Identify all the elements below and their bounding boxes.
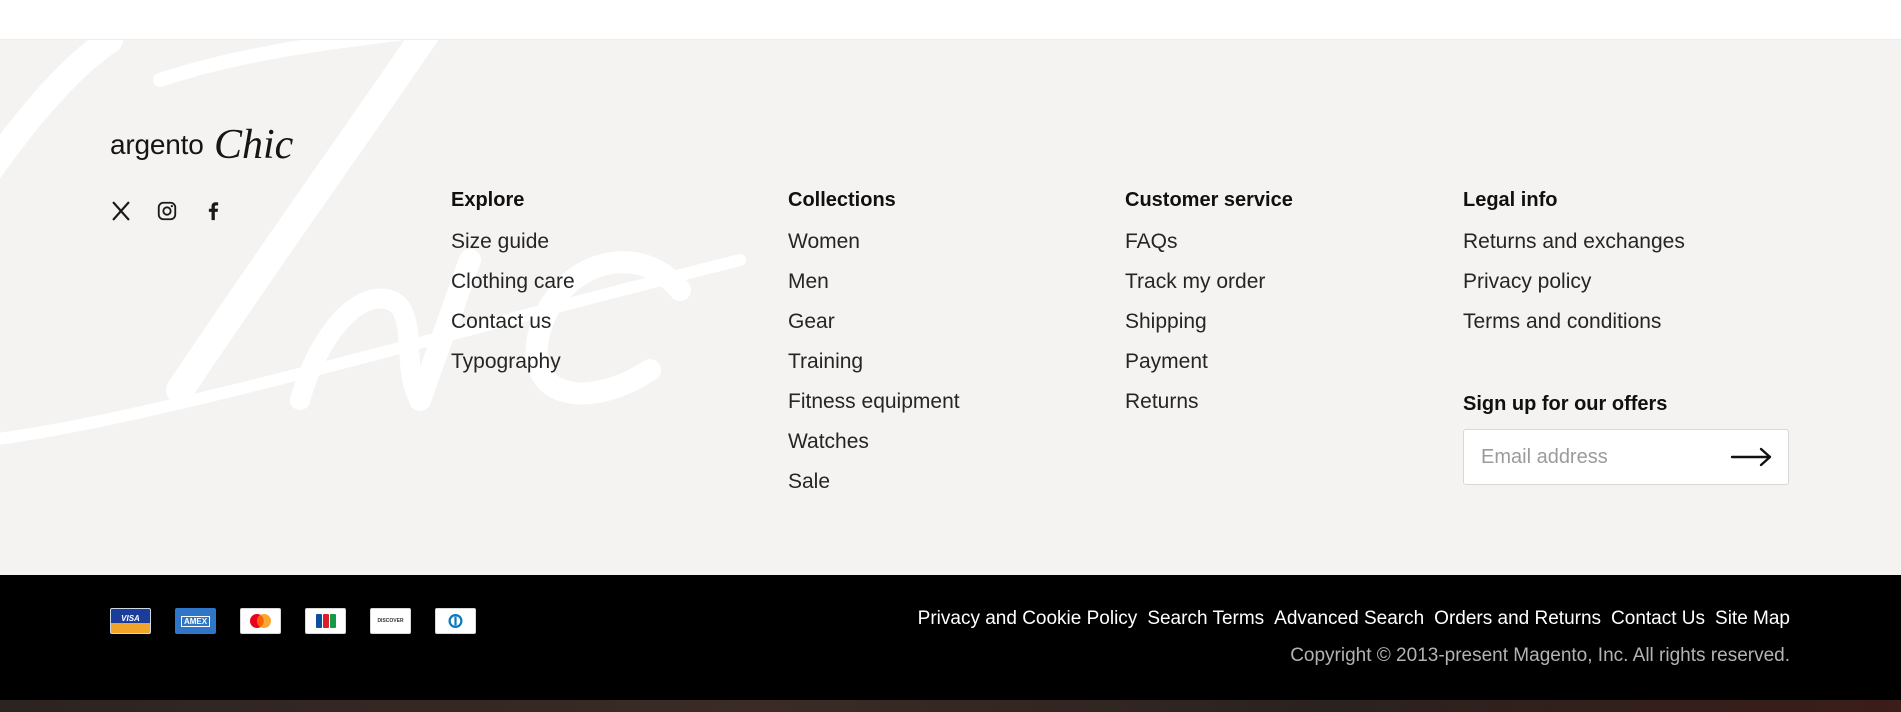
amex-icon: AMEX — [175, 608, 216, 634]
link-returns[interactable]: Returns — [1125, 382, 1293, 422]
collections-column: Collections Women Men Gear Training Fitn… — [788, 188, 960, 502]
page-content-bottom-edge — [0, 0, 1901, 40]
link-terms-and-conditions[interactable]: Terms and conditions — [1463, 302, 1685, 342]
jcb-icon — [305, 608, 346, 634]
explore-heading: Explore — [451, 189, 525, 211]
amex-label: AMEX — [180, 615, 211, 627]
newsletter-form — [1463, 429, 1789, 485]
payment-methods: VISA AMEX DISCOVER — [110, 608, 476, 634]
link-clothing-care[interactable]: Clothing care — [451, 262, 575, 302]
collections-heading: Collections — [788, 189, 896, 211]
link-returns-and-exchanges[interactable]: Returns and exchanges — [1463, 222, 1685, 262]
arrow-right-icon[interactable] — [1730, 444, 1774, 470]
instagram-icon[interactable] — [156, 200, 178, 222]
link-search-terms[interactable]: Search Terms — [1147, 608, 1264, 630]
footer-main: argento Chic Explore Size guide Clothing… — [0, 40, 1901, 575]
link-sale[interactable]: Sale — [788, 462, 960, 502]
link-gear[interactable]: Gear — [788, 302, 960, 342]
link-privacy-policy[interactable]: Privacy policy — [1463, 262, 1685, 302]
link-men[interactable]: Men — [788, 262, 960, 302]
link-track-my-order[interactable]: Track my order — [1125, 262, 1293, 302]
link-watches[interactable]: Watches — [788, 422, 960, 462]
link-fitness-equipment[interactable]: Fitness equipment — [788, 382, 960, 422]
page-below-footer-edge — [0, 700, 1901, 712]
facebook-icon[interactable] — [202, 200, 224, 222]
customer-service-column: Customer service FAQs Track my order Shi… — [1125, 188, 1293, 422]
link-payment[interactable]: Payment — [1125, 342, 1293, 382]
footer-bottom-bar: VISA AMEX DISCOVER Privacy and Cookie Po… — [0, 575, 1901, 700]
diners-club-icon — [435, 608, 476, 634]
visa-label: VISA — [121, 613, 140, 623]
link-size-guide[interactable]: Size guide — [451, 222, 575, 262]
link-site-map[interactable]: Site Map — [1715, 608, 1790, 630]
legal-info-heading: Legal info — [1463, 189, 1558, 211]
link-typography[interactable]: Typography — [451, 342, 575, 382]
visa-icon: VISA — [110, 608, 151, 634]
chic-watermark-decoration — [0, 40, 746, 445]
explore-column: Explore Size guide Clothing care Contact… — [451, 188, 575, 382]
email-input[interactable] — [1481, 430, 1711, 484]
link-contact-us[interactable]: Contact us — [451, 302, 575, 342]
link-faqs[interactable]: FAQs — [1125, 222, 1293, 262]
link-shipping[interactable]: Shipping — [1125, 302, 1293, 342]
discover-icon: DISCOVER — [370, 608, 411, 634]
social-links — [110, 200, 224, 222]
link-contact-us-bottom[interactable]: Contact Us — [1611, 608, 1705, 630]
mastercard-icon — [240, 608, 281, 634]
brand-wordmark: argento — [110, 129, 204, 160]
brand-script-logo: Chic — [214, 122, 294, 168]
x-icon[interactable] — [110, 200, 132, 222]
footer-bottom-links: Privacy and Cookie Policy Search Terms A… — [918, 608, 1790, 630]
discover-label: DISCOVER — [377, 618, 404, 624]
link-advanced-search[interactable]: Advanced Search — [1274, 608, 1424, 630]
link-privacy-and-cookie-policy[interactable]: Privacy and Cookie Policy — [918, 608, 1138, 630]
copyright-text: Copyright © 2013-present Magento, Inc. A… — [1290, 645, 1790, 666]
legal-info-column: Legal info Returns and exchanges Privacy… — [1463, 188, 1685, 342]
link-women[interactable]: Women — [788, 222, 960, 262]
link-orders-and-returns[interactable]: Orders and Returns — [1434, 608, 1601, 630]
link-training[interactable]: Training — [788, 342, 960, 382]
customer-service-heading: Customer service — [1125, 189, 1293, 211]
newsletter-heading: Sign up for our offers — [1463, 393, 1668, 415]
